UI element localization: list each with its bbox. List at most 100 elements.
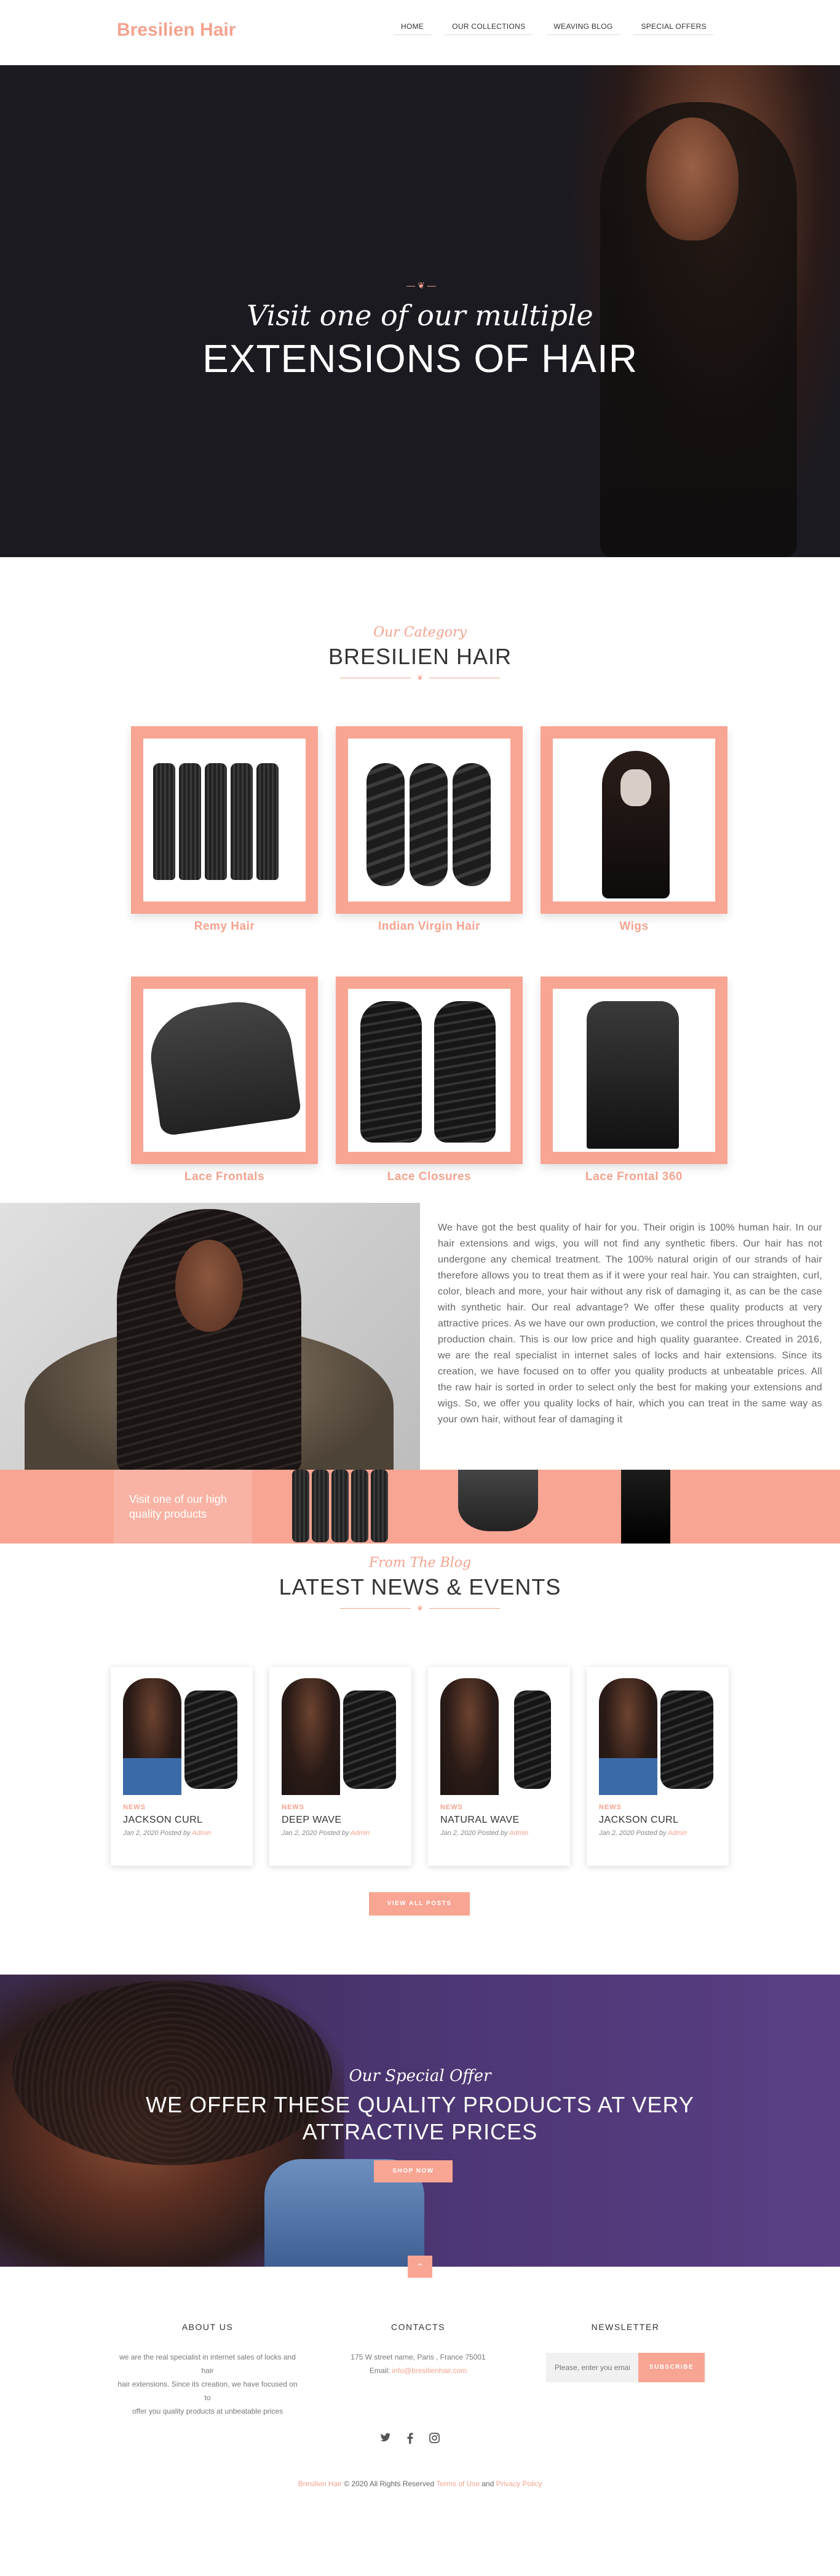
- post-meta: Jan 2, 2020 Posted by Admin: [123, 1829, 212, 1837]
- copyright: Bresilien Hair © 2020 All Rights Reserve…: [298, 2479, 542, 2488]
- nav-weaving-blog[interactable]: WEAVING BLOG: [546, 18, 620, 35]
- products-strip: Visit one of our high quality products: [0, 1470, 840, 1544]
- news-post-card[interactable]: NEWS DEEP WAVE Jan 2, 2020 Posted by Adm…: [269, 1667, 411, 1866]
- back-to-top-button[interactable]: ⌃: [408, 2256, 432, 2278]
- about-text: We have got the best quality of hair for…: [438, 1223, 822, 1425]
- card-frame: [336, 726, 523, 914]
- news-post-card[interactable]: NEWS NATURAL WAVE Jan 2, 2020 Posted by …: [428, 1667, 570, 1866]
- category-label[interactable]: Remy Hair: [131, 920, 318, 933]
- news-post-card[interactable]: NEWS JACKSON CURL Jan 2, 2020 Posted by …: [111, 1667, 253, 1866]
- nav-special-offers[interactable]: SPECIAL OFFERS: [633, 18, 714, 35]
- post-image[interactable]: [440, 1678, 558, 1795]
- special-offer-banner: Our Special Offer WE OFFER THESE QUALITY…: [0, 1975, 840, 2267]
- category-label[interactable]: Indian Virgin Hair: [336, 920, 523, 933]
- footer-about: ABOUT US we are the real specialist in i…: [114, 2322, 301, 2418]
- main-nav: HOME OUR COLLECTIONS WEAVING BLOG SPECIA…: [394, 18, 714, 35]
- category-label[interactable]: Lace Frontal 360: [541, 1170, 727, 1184]
- strip-product-bundles-image[interactable]: [292, 1470, 388, 1542]
- card-frame: [541, 726, 727, 914]
- post-author[interactable]: Admin: [668, 1829, 687, 1837]
- hero-script-text: Visit one of our multiple: [247, 299, 593, 332]
- lace-frontal-360-image: [553, 989, 715, 1152]
- strip-text[interactable]: Visit one of our high quality products: [114, 1470, 252, 1544]
- news-post-card[interactable]: NEWS JACKSON CURL Jan 2, 2020 Posted by …: [587, 1667, 729, 1866]
- offer-title: WE OFFER THESE QUALITY PRODUCTS AT VERY …: [146, 2092, 694, 2144]
- post-title[interactable]: JACKSON CURL: [599, 1815, 716, 1826]
- footer-newsletter: NEWSLETTER: [546, 2322, 705, 2332]
- category-subtitle: Our Category: [373, 625, 467, 640]
- hero-title: EXTENSIONS OF HAIR: [202, 336, 638, 381]
- lace-frontals-image: [143, 989, 306, 1152]
- post-image[interactable]: [123, 1678, 240, 1795]
- post-author[interactable]: Admin: [351, 1829, 370, 1837]
- instagram-icon[interactable]: [429, 2433, 440, 2447]
- footer-about-text: we are the real specialist in internet s…: [117, 2353, 298, 2415]
- view-all-posts-button[interactable]: VIEW ALL POSTS: [369, 1892, 470, 1916]
- category-label[interactable]: Lace Closures: [336, 1170, 523, 1184]
- terms-link[interactable]: Terms of Use: [436, 2479, 480, 2488]
- hero-face-image: [646, 117, 739, 240]
- category-title: BRESILIEN HAIR: [328, 644, 512, 669]
- footer-contacts-text: 175 W street name, Paris , France 75001 …: [351, 2353, 486, 2375]
- shop-now-button[interactable]: SHOP NOW: [374, 2160, 453, 2182]
- lace-closures-image: [348, 989, 510, 1152]
- strip-product-frontal-image[interactable]: [458, 1470, 538, 1531]
- indian-virgin-hair-image: [348, 739, 510, 902]
- site-header: Bresilien Hair HOME OUR COLLECTIONS WEAV…: [0, 0, 840, 65]
- hero-banner: — ❦ — Visit one of our multiple EXTENSIO…: [0, 65, 840, 557]
- post-tag[interactable]: NEWS: [599, 1804, 716, 1811]
- privacy-link[interactable]: Privacy Policy: [496, 2479, 542, 2488]
- footer-newsletter-title: NEWSLETTER: [591, 2322, 660, 2332]
- post-title[interactable]: NATURAL WAVE: [440, 1815, 558, 1826]
- news-section: From The Blog LATEST NEWS & EVENTS ❦ NEW…: [0, 1544, 840, 1975]
- post-title[interactable]: DEEP WAVE: [282, 1815, 399, 1826]
- social-links: [380, 2433, 440, 2447]
- post-image[interactable]: [599, 1678, 716, 1795]
- card-frame: [131, 977, 318, 1164]
- twitter-icon[interactable]: [380, 2433, 391, 2447]
- site-footer: ⌃ ABOUT US we are the real specialist in…: [0, 2256, 840, 2530]
- category-card-wigs[interactable]: Wigs: [541, 726, 727, 933]
- category-grid: Remy Hair Indian Virgin Hair Wigs Lace F…: [131, 726, 727, 1184]
- strip-product-straight-image[interactable]: [621, 1470, 670, 1544]
- news-subtitle: From The Blog: [368, 1555, 472, 1571]
- post-meta: Jan 2, 2020 Posted by Admin: [282, 1829, 370, 1837]
- divider: ❦: [340, 673, 500, 682]
- post-image[interactable]: [282, 1678, 399, 1795]
- post-title[interactable]: JACKSON CURL: [123, 1815, 240, 1826]
- nav-our-collections[interactable]: OUR COLLECTIONS: [445, 18, 533, 35]
- category-card-lace-frontals[interactable]: Lace Frontals: [131, 977, 318, 1184]
- ornament-icon: — ❦ —: [406, 280, 436, 290]
- offer-subtitle: Our Special Offer: [349, 2067, 491, 2085]
- news-title: LATEST NEWS & EVENTS: [279, 1574, 561, 1599]
- card-frame: [336, 977, 523, 1164]
- category-card-remy-hair[interactable]: Remy Hair: [131, 726, 318, 933]
- category-card-lace-closures[interactable]: Lace Closures: [336, 977, 523, 1184]
- post-author[interactable]: Admin: [192, 1829, 211, 1837]
- category-label[interactable]: Wigs: [541, 920, 727, 933]
- post-tag[interactable]: NEWS: [440, 1804, 558, 1811]
- category-label[interactable]: Lace Frontals: [131, 1170, 318, 1184]
- post-tag[interactable]: NEWS: [123, 1804, 240, 1811]
- copyright-brand-link[interactable]: Bresilien Hair: [298, 2479, 342, 2488]
- footer-contacts-title: CONTACTS: [391, 2322, 445, 2332]
- newsletter-email-input[interactable]: [546, 2353, 638, 2382]
- news-posts: NEWS JACKSON CURL Jan 2, 2020 Posted by …: [111, 1667, 729, 1866]
- nav-home[interactable]: HOME: [394, 18, 432, 35]
- about-section: We have got the best quality of hair for…: [0, 1203, 840, 1596]
- remy-hair-image: [143, 739, 306, 902]
- about-model-image: [0, 1203, 420, 1470]
- post-meta: Jan 2, 2020 Posted by Admin: [440, 1829, 529, 1837]
- contact-email-link[interactable]: info@bresilienhair.com: [392, 2366, 467, 2375]
- post-tag[interactable]: NEWS: [282, 1804, 399, 1811]
- card-frame: [131, 726, 318, 914]
- divider: ❦: [340, 1604, 500, 1612]
- site-logo[interactable]: Bresilien Hair: [117, 20, 236, 41]
- category-card-lace-frontal-360[interactable]: Lace Frontal 360: [541, 977, 727, 1184]
- subscribe-button[interactable]: SUBSCRIBE: [638, 2353, 705, 2382]
- category-card-indian-virgin-hair[interactable]: Indian Virgin Hair: [336, 726, 523, 933]
- wigs-image: [553, 739, 715, 902]
- post-meta: Jan 2, 2020 Posted by Admin: [599, 1829, 687, 1837]
- post-author[interactable]: Admin: [509, 1829, 528, 1837]
- facebook-icon[interactable]: [407, 2433, 413, 2447]
